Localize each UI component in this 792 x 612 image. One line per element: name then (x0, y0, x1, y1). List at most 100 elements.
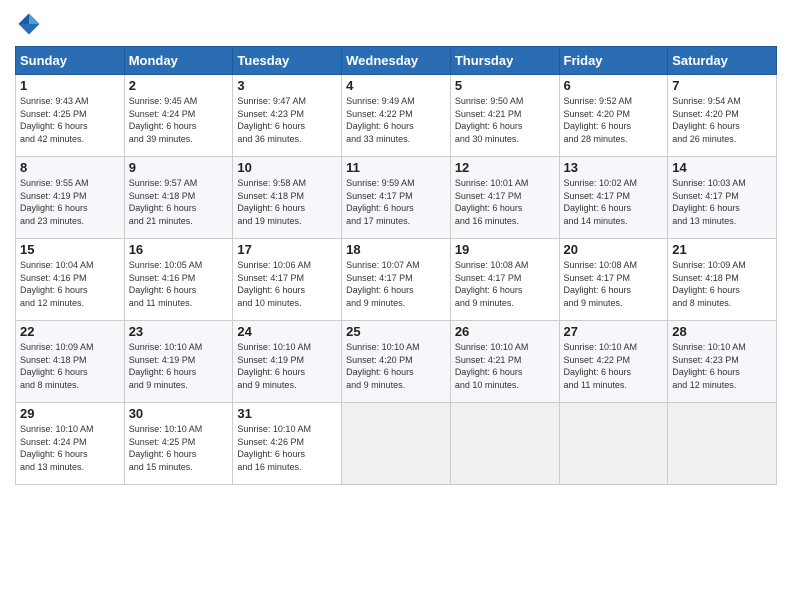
day-number: 29 (20, 406, 120, 421)
day-cell: 14 Sunrise: 10:03 AM Sunset: 4:17 PM Dayl… (668, 157, 777, 239)
day-info: Sunrise: 9:52 AM Sunset: 4:20 PM Dayligh… (564, 95, 664, 145)
day-number: 6 (564, 78, 664, 93)
weekday-header-row: SundayMondayTuesdayWednesdayThursdayFrid… (16, 47, 777, 75)
day-info: Sunrise: 9:45 AM Sunset: 4:24 PM Dayligh… (129, 95, 229, 145)
day-number: 1 (20, 78, 120, 93)
day-info: Sunrise: 10:09 AM Sunset: 4:18 PM Daylig… (672, 259, 772, 309)
day-number: 20 (564, 242, 664, 257)
day-number: 7 (672, 78, 772, 93)
day-info: Sunrise: 10:08 AM Sunset: 4:17 PM Daylig… (455, 259, 555, 309)
page-header (15, 10, 777, 38)
day-cell (668, 403, 777, 485)
day-cell: 19 Sunrise: 10:08 AM Sunset: 4:17 PM Dayl… (450, 239, 559, 321)
day-cell: 2 Sunrise: 9:45 AM Sunset: 4:24 PM Daylig… (124, 75, 233, 157)
day-number: 5 (455, 78, 555, 93)
day-number: 25 (346, 324, 446, 339)
day-info: Sunrise: 10:10 AM Sunset: 4:26 PM Daylig… (237, 423, 337, 473)
day-info: Sunrise: 9:47 AM Sunset: 4:23 PM Dayligh… (237, 95, 337, 145)
day-info: Sunrise: 9:54 AM Sunset: 4:20 PM Dayligh… (672, 95, 772, 145)
week-row-2: 8 Sunrise: 9:55 AM Sunset: 4:19 PM Daylig… (16, 157, 777, 239)
week-row-3: 15 Sunrise: 10:04 AM Sunset: 4:16 PM Dayl… (16, 239, 777, 321)
day-info: Sunrise: 10:06 AM Sunset: 4:17 PM Daylig… (237, 259, 337, 309)
day-number: 14 (672, 160, 772, 175)
day-cell: 29 Sunrise: 10:10 AM Sunset: 4:24 PM Dayl… (16, 403, 125, 485)
day-number: 21 (672, 242, 772, 257)
day-info: Sunrise: 10:10 AM Sunset: 4:19 PM Daylig… (237, 341, 337, 391)
calendar-table: SundayMondayTuesdayWednesdayThursdayFrid… (15, 46, 777, 485)
day-info: Sunrise: 10:01 AM Sunset: 4:17 PM Daylig… (455, 177, 555, 227)
logo-icon (15, 10, 43, 38)
day-info: Sunrise: 9:58 AM Sunset: 4:18 PM Dayligh… (237, 177, 337, 227)
weekday-saturday: Saturday (668, 47, 777, 75)
day-cell (450, 403, 559, 485)
weekday-sunday: Sunday (16, 47, 125, 75)
day-cell: 18 Sunrise: 10:07 AM Sunset: 4:17 PM Dayl… (342, 239, 451, 321)
day-info: Sunrise: 10:10 AM Sunset: 4:24 PM Daylig… (20, 423, 120, 473)
day-cell: 7 Sunrise: 9:54 AM Sunset: 4:20 PM Daylig… (668, 75, 777, 157)
day-info: Sunrise: 10:10 AM Sunset: 4:23 PM Daylig… (672, 341, 772, 391)
week-row-4: 22 Sunrise: 10:09 AM Sunset: 4:18 PM Dayl… (16, 321, 777, 403)
day-cell: 31 Sunrise: 10:10 AM Sunset: 4:26 PM Dayl… (233, 403, 342, 485)
day-number: 31 (237, 406, 337, 421)
day-info: Sunrise: 10:10 AM Sunset: 4:22 PM Daylig… (564, 341, 664, 391)
day-info: Sunrise: 10:09 AM Sunset: 4:18 PM Daylig… (20, 341, 120, 391)
day-number: 28 (672, 324, 772, 339)
weekday-friday: Friday (559, 47, 668, 75)
day-cell: 16Sunrise: 10:05 AM Sunset: 4:16 PM Dayl… (124, 239, 233, 321)
day-cell: 30Sunrise: 10:10 AM Sunset: 4:25 PM Dayl… (124, 403, 233, 485)
day-number: 9 (129, 160, 229, 175)
day-number: 8 (20, 160, 120, 175)
day-number: 16 (129, 242, 229, 257)
day-number: 22 (20, 324, 120, 339)
day-number: 2 (129, 78, 229, 93)
day-info: Sunrise: 9:49 AM Sunset: 4:22 PM Dayligh… (346, 95, 446, 145)
day-cell: 4 Sunrise: 9:49 AM Sunset: 4:22 PM Daylig… (342, 75, 451, 157)
weekday-wednesday: Wednesday (342, 47, 451, 75)
day-number: 24 (237, 324, 337, 339)
weekday-tuesday: Tuesday (233, 47, 342, 75)
day-cell: 6 Sunrise: 9:52 AM Sunset: 4:20 PM Daylig… (559, 75, 668, 157)
day-cell: 21 Sunrise: 10:09 AM Sunset: 4:18 PM Dayl… (668, 239, 777, 321)
day-info: Sunrise: 10:10 AM Sunset: 4:21 PM Daylig… (455, 341, 555, 391)
day-cell: 10Sunrise: 9:58 AM Sunset: 4:18 PM Dayli… (233, 157, 342, 239)
day-cell: 1 Sunrise: 9:43 AM Sunset: 4:25 PM Daylig… (16, 75, 125, 157)
day-number: 11 (346, 160, 446, 175)
day-cell: 27 Sunrise: 10:10 AM Sunset: 4:22 PM Dayl… (559, 321, 668, 403)
day-info: Sunrise: 9:43 AM Sunset: 4:25 PM Dayligh… (20, 95, 120, 145)
day-info: Sunrise: 10:10 AM Sunset: 4:20 PM Daylig… (346, 341, 446, 391)
day-number: 27 (564, 324, 664, 339)
day-number: 4 (346, 78, 446, 93)
day-info: Sunrise: 10:08 AM Sunset: 4:17 PM Daylig… (564, 259, 664, 309)
day-info: Sunrise: 9:50 AM Sunset: 4:21 PM Dayligh… (455, 95, 555, 145)
day-info: Sunrise: 10:03 AM Sunset: 4:17 PM Daylig… (672, 177, 772, 227)
day-cell: 26 Sunrise: 10:10 AM Sunset: 4:21 PM Dayl… (450, 321, 559, 403)
day-cell: 8 Sunrise: 9:55 AM Sunset: 4:19 PM Daylig… (16, 157, 125, 239)
day-cell: 20 Sunrise: 10:08 AM Sunset: 4:17 PM Dayl… (559, 239, 668, 321)
day-number: 13 (564, 160, 664, 175)
day-info: Sunrise: 10:10 AM Sunset: 4:19 PM Daylig… (129, 341, 229, 391)
day-cell: 9Sunrise: 9:57 AM Sunset: 4:18 PM Daylig… (124, 157, 233, 239)
week-row-5: 29 Sunrise: 10:10 AM Sunset: 4:24 PM Dayl… (16, 403, 777, 485)
day-number: 26 (455, 324, 555, 339)
day-info: Sunrise: 10:07 AM Sunset: 4:17 PM Daylig… (346, 259, 446, 309)
day-info: Sunrise: 10:04 AM Sunset: 4:16 PM Daylig… (20, 259, 120, 309)
day-cell: 28 Sunrise: 10:10 AM Sunset: 4:23 PM Dayl… (668, 321, 777, 403)
week-row-1: 1 Sunrise: 9:43 AM Sunset: 4:25 PM Daylig… (16, 75, 777, 157)
day-cell: 3 Sunrise: 9:47 AM Sunset: 4:23 PM Daylig… (233, 75, 342, 157)
day-number: 15 (20, 242, 120, 257)
day-cell: 23Sunrise: 10:10 AM Sunset: 4:19 PM Dayl… (124, 321, 233, 403)
day-cell: 17Sunrise: 10:06 AM Sunset: 4:17 PM Dayl… (233, 239, 342, 321)
weekday-monday: Monday (124, 47, 233, 75)
day-cell (342, 403, 451, 485)
day-info: Sunrise: 10:10 AM Sunset: 4:25 PM Daylig… (129, 423, 229, 473)
day-cell: 22 Sunrise: 10:09 AM Sunset: 4:18 PM Dayl… (16, 321, 125, 403)
day-cell: 11Sunrise: 9:59 AM Sunset: 4:17 PM Dayli… (342, 157, 451, 239)
day-cell: 24 Sunrise: 10:10 AM Sunset: 4:19 PM Dayl… (233, 321, 342, 403)
day-info: Sunrise: 10:02 AM Sunset: 4:17 PM Daylig… (564, 177, 664, 227)
day-info: Sunrise: 9:55 AM Sunset: 4:19 PM Dayligh… (20, 177, 120, 227)
day-number: 3 (237, 78, 337, 93)
day-number: 19 (455, 242, 555, 257)
day-cell: 12Sunrise: 10:01 AM Sunset: 4:17 PM Dayl… (450, 157, 559, 239)
weekday-thursday: Thursday (450, 47, 559, 75)
day-number: 18 (346, 242, 446, 257)
